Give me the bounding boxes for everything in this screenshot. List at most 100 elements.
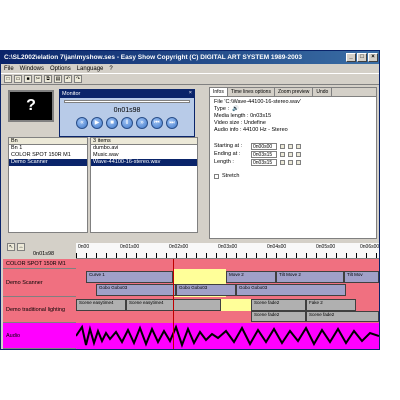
- menu-help[interactable]: ?: [109, 66, 112, 72]
- window-title: C:\SL2002\elation 7\jan\myshow.ses - Eas…: [4, 54, 302, 61]
- starting-label: Starting at :: [214, 142, 243, 149]
- cue-block[interactable]: Scene easytime4: [76, 299, 126, 311]
- track-label-traditional[interactable]: Demo traditional lighting: [3, 297, 76, 323]
- ruler-tick-label: 0n05s00: [316, 244, 336, 250]
- maximize-button[interactable]: □: [357, 53, 367, 62]
- copy-icon[interactable]: ⧉: [44, 75, 52, 83]
- new-file-icon[interactable]: □: [4, 75, 12, 83]
- starting-field[interactable]: 0n00s00: [251, 142, 277, 150]
- list-item[interactable]: Music.wav: [91, 152, 197, 159]
- timeline: ↖ ↔ 0n01s98 0n00 0n01s00 0n02s00 0n03s00…: [1, 241, 379, 349]
- ending-field[interactable]: 0n03s15: [251, 150, 277, 158]
- stop-icon[interactable]: ■: [106, 117, 118, 129]
- redo-icon[interactable]: ↷: [74, 75, 82, 83]
- select-tool-icon[interactable]: ↖: [7, 243, 15, 251]
- cue-block[interactable]: Fake 2: [306, 299, 356, 311]
- open-folder-icon[interactable]: ▭: [14, 75, 22, 83]
- playhead-cursor[interactable]: [173, 259, 174, 349]
- close-button[interactable]: ×: [368, 53, 378, 62]
- cue-block[interactable]: Curve 1: [86, 271, 173, 283]
- range-tool-icon[interactable]: ↔: [17, 243, 25, 251]
- fixture-list: Bn Bn 1 COLOR SPOT 150R M1 Demo Scanner: [8, 137, 88, 233]
- fixture-preview: ?: [8, 90, 54, 122]
- ending-spin-icon[interactable]: [288, 151, 293, 157]
- property-tabs: Infos Time lines options Zoom preview Un…: [210, 88, 376, 97]
- undo-icon[interactable]: ↶: [64, 75, 72, 83]
- track-label-color-spot[interactable]: COLOR SPOT 150R M1: [3, 259, 76, 269]
- properties-panel: Infos Time lines options Zoom preview Un…: [209, 87, 377, 239]
- monitor-close-button[interactable]: ×: [189, 90, 192, 96]
- monitor-progress-slider[interactable]: [64, 100, 190, 103]
- play-icon[interactable]: ▶: [91, 117, 103, 129]
- lane-traditional[interactable]: Scene easytime4 Scene easytime4 Scene fa…: [76, 297, 379, 323]
- minimize-button[interactable]: _: [346, 53, 356, 62]
- length-spin-icon[interactable]: [288, 159, 293, 165]
- audio-waveform: [75, 323, 379, 349]
- list-item[interactable]: dumbo.avi: [91, 145, 197, 152]
- lane-demo-scanner[interactable]: Curve 1 Move 2 Tilt Move 2 Tilt Mov Gobo…: [76, 269, 379, 297]
- starting-spin-icon[interactable]: [296, 143, 301, 149]
- monitor-time: 0n01s98: [113, 107, 141, 114]
- cue-block[interactable]: Scene fade2: [251, 299, 306, 311]
- ruler-tick-label: 0n01s00: [120, 244, 140, 250]
- ruler-tick-label: 0n04s00: [267, 244, 287, 250]
- list-item[interactable]: COLOR SPOT 150R M1: [9, 152, 87, 159]
- cut-icon[interactable]: ✂: [34, 75, 42, 83]
- track-labels: COLOR SPOT 150R M1 Demo Scanner Demo tra…: [1, 259, 76, 349]
- length-spin-icon[interactable]: [296, 159, 301, 165]
- media-list-header: 3 items: [91, 138, 197, 145]
- easy-show-window: C:\SL2002\elation 7\jan\myshow.ses - Eas…: [0, 50, 380, 350]
- length-field[interactable]: 0n03s15: [251, 158, 277, 166]
- left-panel: ? Monitor × 0n01s98 « ▶ ■ ‖ » ⏮ ⏭ Bn Bn …: [3, 87, 208, 239]
- ruler-tick-label: 0n03s00: [218, 244, 238, 250]
- pause-icon[interactable]: ‖: [121, 117, 133, 129]
- info-video-size: Video size : Undefine: [214, 120, 266, 126]
- ruler-tick-label: 0n06s00: [360, 244, 380, 250]
- menu-windows[interactable]: Windows: [20, 66, 44, 72]
- length-spin-icon[interactable]: [280, 159, 285, 165]
- cue-block[interactable]: Gobo Gobo03: [96, 284, 176, 296]
- menu-file[interactable]: File: [4, 66, 14, 72]
- ruler-tick-label: 0n02s00: [169, 244, 189, 250]
- tab-time-lines-options[interactable]: Time lines options: [228, 88, 275, 96]
- track-label-demo-scanner[interactable]: Demo Scanner: [3, 269, 76, 297]
- monitor-panel: Monitor × 0n01s98 « ▶ ■ ‖ » ⏮ ⏭: [59, 89, 195, 137]
- lane-audio[interactable]: [75, 323, 379, 349]
- cue-block[interactable]: Move 2: [226, 271, 276, 283]
- list-item[interactable]: Wave-44100-16-stereo.wav: [91, 159, 197, 166]
- cue-block[interactable]: Scene fade2: [306, 311, 379, 322]
- menu-bar: File Windows Options Language ?: [1, 64, 379, 73]
- info-file: File 'C:\Wave-44100-16-stereo.wav': [214, 99, 301, 105]
- lane-color-spot[interactable]: [76, 259, 379, 269]
- list-item[interactable]: Bn 1: [9, 145, 87, 152]
- timeline-current-time: 0n01s98: [33, 251, 55, 257]
- speaker-icon: 🔊: [231, 106, 239, 112]
- tab-zoom-preview[interactable]: Zoom preview: [275, 88, 314, 96]
- cue-block[interactable]: Scene fade2: [251, 311, 306, 322]
- cue-block[interactable]: Gobo Gobo03: [236, 284, 346, 296]
- list-item[interactable]: Demo Scanner: [9, 159, 87, 166]
- stretch-label: Stretch: [222, 172, 240, 179]
- track-label-audio[interactable]: Audio: [3, 323, 76, 349]
- info-audio: Audio info : 44100 Hz - Stereo: [214, 127, 288, 133]
- starting-spin-icon[interactable]: [288, 143, 293, 149]
- tab-infos[interactable]: Infos: [210, 88, 228, 96]
- starting-spin-icon[interactable]: [280, 143, 285, 149]
- ending-spin-icon[interactable]: [280, 151, 285, 157]
- save-icon[interactable]: ■: [24, 75, 32, 83]
- stretch-checkbox[interactable]: [214, 173, 219, 179]
- ending-spin-icon[interactable]: [296, 151, 301, 157]
- fast-forward-icon[interactable]: »: [136, 117, 148, 129]
- cue-block[interactable]: Gobo Gobo03: [176, 284, 236, 296]
- cue-block[interactable]: Tilt Move 2: [276, 271, 344, 283]
- tab-undo[interactable]: Undo: [313, 88, 333, 96]
- cue-block[interactable]: Tilt Mov: [344, 271, 379, 283]
- previous-icon[interactable]: ⏮: [151, 117, 163, 129]
- menu-options[interactable]: Options: [50, 66, 71, 72]
- rewind-icon[interactable]: «: [76, 117, 88, 129]
- menu-language[interactable]: Language: [77, 66, 104, 72]
- next-icon[interactable]: ⏭: [166, 117, 178, 129]
- time-ruler[interactable]: 0n00 0n01s00 0n02s00 0n03s00 0n04s00 0n0…: [76, 243, 379, 259]
- paste-icon[interactable]: ▤: [54, 75, 62, 83]
- title-bar: C:\SL2002\elation 7\jan\myshow.ses - Eas…: [1, 51, 379, 64]
